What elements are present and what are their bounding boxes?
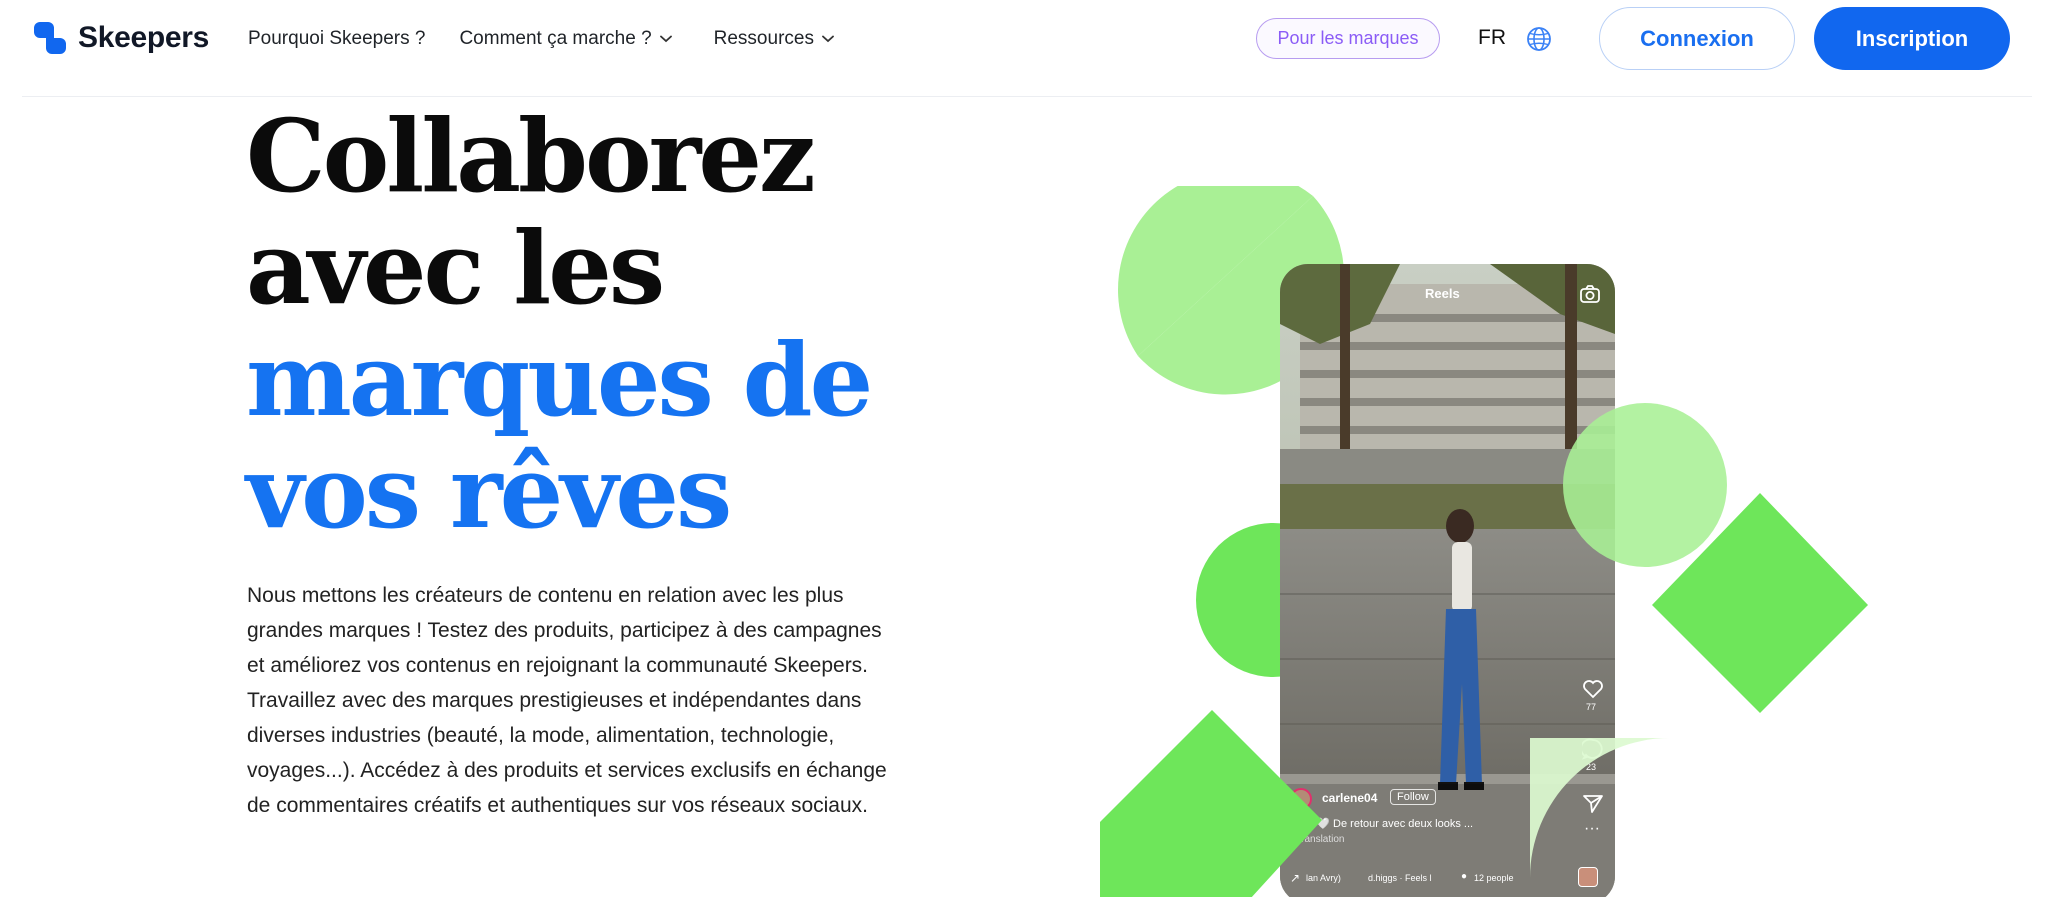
hero-title: Collaborez avec les marques de vos rêves [246,97,873,551]
green-quarter-circle-shape [1530,738,1670,878]
skeepers-logo-icon [34,22,66,54]
reel-username[interactable]: carlene04 [1322,791,1377,805]
top-navigation: Skeepers Pourquoi Skeepers ? Comment ça … [0,0,2048,82]
brand-name: Skeepers [78,21,210,54]
nav-resources[interactable]: Ressources [714,28,834,50]
people-icon: ● [1461,871,1468,882]
reel-header: Reels [1425,286,1460,301]
camera-icon[interactable] [1579,284,1601,304]
tagged-people-count[interactable]: 12 people [1474,873,1514,883]
chevron-down-icon [822,35,834,43]
main-menu: Pourquoi Skeepers ? Comment ça marche ? … [248,28,834,50]
signup-button[interactable]: Inscription [1814,7,2010,70]
nav-why-skeepers-label: Pourquoi Skeepers ? [248,28,426,49]
globe-icon[interactable] [1525,25,1553,53]
likes-count: 77 [1586,702,1597,712]
nav-why-skeepers[interactable]: Pourquoi Skeepers ? [248,28,425,50]
hero-title-line-3: marques de [246,321,873,439]
nav-how-it-works[interactable]: Comment ça marche ? [459,28,672,50]
login-button[interactable]: Connexion [1599,7,1795,70]
nav-how-it-works-label: Comment ça marche ? [459,28,652,49]
green-diamond-shape [1652,493,1868,713]
hero-description: Nous mettons les créateurs de contenu en… [247,584,887,817]
follow-button[interactable]: Follow [1390,789,1436,805]
heart-icon[interactable] [1582,679,1604,699]
hero-illustration: Reels 77 23 ··· carlene04 Follow loset 🤍… [1100,180,1868,897]
hero-title-line-1: Collaborez [246,97,816,215]
chevron-down-icon [659,35,672,43]
for-brands-link[interactable]: Pour les marques [1256,18,1440,59]
hero-title-line-2: avec les [246,209,665,327]
brand-logo[interactable]: Skeepers [32,20,209,56]
nav-resources-label: Ressources [713,28,814,49]
tagged-users[interactable]: d.higgs · Feels l [1368,873,1432,883]
language-selector[interactable]: FR [1478,26,1506,50]
hero-title-line-4: vos rêves [246,433,732,551]
green-diamond-bottom-shape [1100,710,1322,897]
